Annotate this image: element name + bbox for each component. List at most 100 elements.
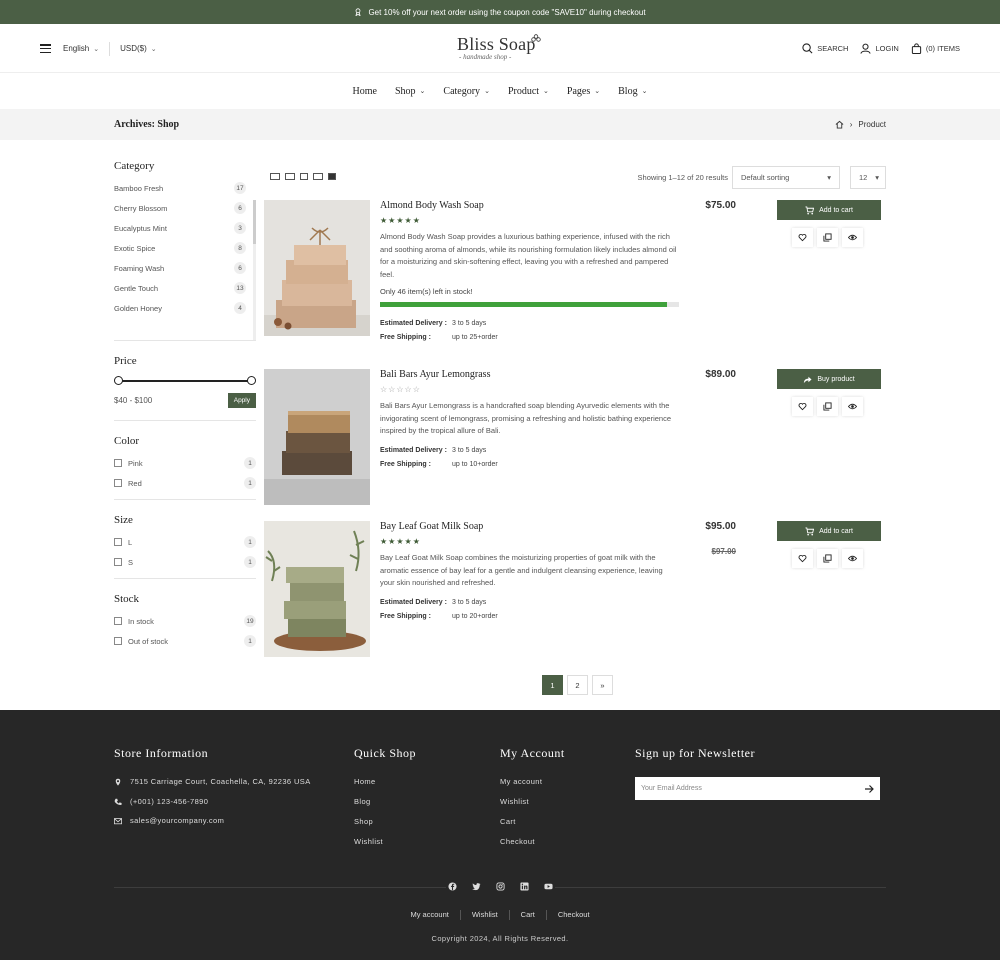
wishlist-button[interactable] <box>792 549 813 568</box>
category-item[interactable]: Gentle Touch 13 <box>114 278 256 298</box>
product-actions <box>792 397 863 416</box>
facebook-icon[interactable] <box>448 882 457 891</box>
checkbox[interactable] <box>114 558 122 566</box>
grid-4-icon[interactable] <box>285 173 295 180</box>
quick-view-button[interactable] <box>842 397 863 416</box>
nav-item-shop[interactable]: Shop ⌄ <box>395 86 425 97</box>
footer-link[interactable]: My account <box>500 777 565 797</box>
currency-select[interactable]: USD($) ⌄ <box>120 44 157 53</box>
email-text[interactable]: sales@yourcompany.com <box>130 816 224 826</box>
product-image[interactable] <box>264 521 370 657</box>
sort-value: Default sorting <box>741 173 790 182</box>
product-image[interactable] <box>264 369 370 505</box>
nav-item-blog[interactable]: Blog ⌄ <box>618 86 647 97</box>
search-button[interactable]: SEARCH <box>802 43 848 54</box>
checkbox[interactable] <box>114 479 122 487</box>
next-page-button[interactable]: » <box>592 675 613 695</box>
footer-link[interactable]: Wishlist <box>354 837 416 857</box>
page-1-button[interactable]: 1 <box>542 675 563 695</box>
footer-link[interactable]: Checkout <box>547 910 601 920</box>
arrow-right-icon[interactable] <box>864 784 874 794</box>
add-to-cart-button[interactable]: Add to cart <box>777 200 881 220</box>
quick-view-button[interactable] <box>842 549 863 568</box>
chevron-down-icon: ⌄ <box>543 88 549 95</box>
stock-title: Stock <box>114 593 140 605</box>
category-item[interactable]: Exotic Spice 8 <box>114 238 256 258</box>
youtube-icon[interactable] <box>544 882 553 891</box>
checkbox[interactable] <box>114 617 122 625</box>
color-filter-red[interactable]: Red 1 <box>114 473 256 493</box>
checkbox[interactable] <box>114 538 122 546</box>
cart-button[interactable]: (0) ITEMS <box>911 43 960 54</box>
nav-item-home[interactable]: Home <box>353 86 377 97</box>
stock-text: Only 46 item(s) left in stock! <box>380 287 473 296</box>
category-item[interactable]: Bamboo Fresh 17 <box>114 178 256 198</box>
stock-filter-out[interactable]: Out of stock 1 <box>114 631 256 651</box>
category-count: 8 <box>234 242 246 254</box>
list-view-icon[interactable] <box>328 173 336 180</box>
flower-icon <box>531 34 541 42</box>
promo-bar: Get 10% off your next order using the co… <box>0 0 1000 24</box>
nav-item-category[interactable]: Category ⌄ <box>443 86 490 97</box>
linkedin-icon[interactable] <box>520 882 529 891</box>
wishlist-button[interactable] <box>792 228 813 247</box>
category-scrollbar[interactable] <box>253 200 256 340</box>
buy-product-button[interactable]: Buy product <box>777 369 881 389</box>
grid-2-icon[interactable] <box>313 173 323 180</box>
price-slider[interactable] <box>114 375 256 387</box>
compare-button[interactable] <box>817 549 838 568</box>
newsletter-email-input[interactable]: Your Email Address <box>641 785 702 792</box>
footer-link[interactable]: Wishlist <box>500 797 565 817</box>
category-item[interactable]: Eucalyptus Mint 3 <box>114 218 256 238</box>
nav-item-pages[interactable]: Pages ⌄ <box>567 86 600 97</box>
nav-item-product[interactable]: Product ⌄ <box>508 86 549 97</box>
category-name: Golden Honey <box>114 303 162 313</box>
checkbox[interactable] <box>114 459 122 467</box>
footer-link[interactable]: Shop <box>354 817 416 837</box>
category-item[interactable]: Cherry Blossom 6 <box>114 198 256 218</box>
page-2-button[interactable]: 2 <box>567 675 588 695</box>
home-icon[interactable] <box>835 120 844 129</box>
grid-5-icon[interactable] <box>270 173 280 180</box>
shipping-info: Free Shipping : up to 20+order <box>380 610 680 624</box>
product-title[interactable]: Almond Body Wash Soap <box>380 200 680 211</box>
phone-text[interactable]: (+001) 123-456-7890 <box>130 797 208 807</box>
chevron-down-icon: ⌄ <box>419 88 426 95</box>
login-button[interactable]: LOGIN <box>860 43 899 54</box>
language-select[interactable]: English ⌄ <box>63 44 99 53</box>
twitter-icon[interactable] <box>472 882 481 891</box>
compare-icon <box>823 402 832 411</box>
apply-button[interactable]: Apply <box>227 393 256 408</box>
quick-view-button[interactable] <box>842 228 863 247</box>
footer-link[interactable]: Wishlist <box>461 910 510 920</box>
scrollbar-thumb[interactable] <box>253 200 256 244</box>
product-title[interactable]: Bay Leaf Goat Milk Soap <box>380 521 680 532</box>
per-page-select[interactable]: 12 ▾ <box>850 166 886 189</box>
footer-link[interactable]: Checkout <box>500 837 565 857</box>
compare-button[interactable] <box>817 228 838 247</box>
footer-link[interactable]: Cart <box>510 910 547 920</box>
checkbox[interactable] <box>114 637 122 645</box>
slider-min-handle[interactable] <box>114 376 123 385</box>
menu-icon[interactable] <box>40 44 51 53</box>
compare-button[interactable] <box>817 397 838 416</box>
site-logo[interactable]: Bliss Soap - handmade shop - <box>457 34 547 64</box>
color-filter-pink[interactable]: Pink 1 <box>114 453 256 473</box>
footer-link[interactable]: My account <box>399 910 461 920</box>
footer-link[interactable]: Cart <box>500 817 565 837</box>
sort-select[interactable]: Default sorting ▾ <box>732 166 840 189</box>
instagram-icon[interactable] <box>496 882 505 891</box>
product-image[interactable] <box>264 200 370 336</box>
category-item[interactable]: Golden Honey 4 <box>114 298 256 318</box>
stock-filter-in[interactable]: In stock 19 <box>114 611 256 631</box>
size-filter-s[interactable]: S1 <box>114 552 256 572</box>
wishlist-button[interactable] <box>792 397 813 416</box>
add-to-cart-button[interactable]: Add to cart <box>777 521 881 541</box>
grid-3-icon[interactable] <box>300 173 308 180</box>
slider-max-handle[interactable] <box>247 376 256 385</box>
footer-link[interactable]: Blog <box>354 797 416 817</box>
category-item[interactable]: Foaming Wash 6 <box>114 258 256 278</box>
footer-link[interactable]: Home <box>354 777 416 797</box>
product-title[interactable]: Bali Bars Ayur Lemongrass <box>380 369 680 380</box>
size-filter-l[interactable]: L1 <box>114 532 256 552</box>
